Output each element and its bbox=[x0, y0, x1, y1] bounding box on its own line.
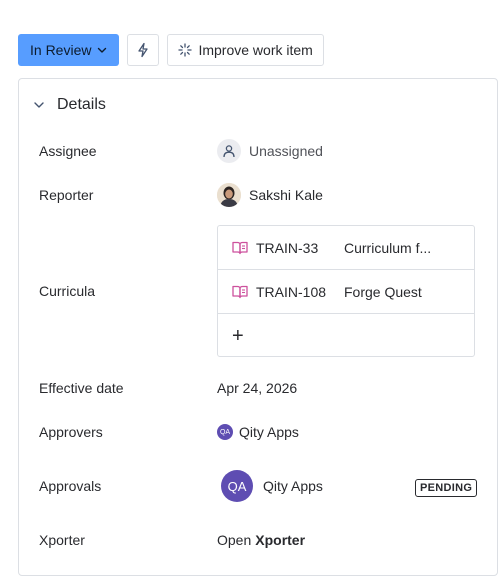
curricula-item-title[interactable]: Curriculum f... bbox=[344, 240, 431, 256]
book-icon bbox=[232, 285, 248, 298]
curricula-item[interactable]: TRAIN-108 Forge Quest bbox=[218, 270, 474, 314]
reporter-value: Sakshi Kale bbox=[249, 187, 323, 203]
assignee-field[interactable]: Unassigned bbox=[217, 139, 323, 163]
effective-date-field[interactable]: Apr 24, 2026 bbox=[217, 380, 297, 396]
details-header[interactable]: Details bbox=[33, 93, 106, 117]
xporter-link[interactable]: Xporter bbox=[255, 532, 305, 548]
status-label: In Review bbox=[30, 42, 92, 58]
approvals-field[interactable]: QA Qity Apps bbox=[221, 470, 323, 502]
automation-button[interactable] bbox=[127, 34, 160, 66]
chevron-down-icon bbox=[98, 47, 107, 53]
approvers-label: Approvers bbox=[39, 424, 103, 440]
xporter-prefix: Open bbox=[217, 532, 252, 548]
details-title: Details bbox=[57, 96, 106, 113]
book-icon bbox=[232, 241, 248, 254]
improve-label: Improve work item bbox=[198, 42, 313, 58]
details-panel: Details Assignee Unassigned Reporter Sak… bbox=[18, 78, 498, 576]
curricula-label: Curricula bbox=[39, 283, 96, 299]
curricula-item-title[interactable]: Forge Quest bbox=[344, 284, 422, 300]
person-icon bbox=[223, 145, 235, 158]
status-badge: PENDING bbox=[415, 479, 478, 497]
lightning-bolt-icon bbox=[138, 42, 149, 58]
sparkle-icon bbox=[178, 43, 193, 57]
reporter-label: Reporter bbox=[39, 187, 94, 203]
approvers-field[interactable]: QA Qity Apps bbox=[217, 424, 299, 440]
approvals-value: Qity Apps bbox=[263, 478, 323, 494]
effective-date-value: Apr 24, 2026 bbox=[217, 380, 298, 396]
assignee-label: Assignee bbox=[39, 143, 97, 159]
status-dropdown-button[interactable]: In Review bbox=[18, 34, 120, 66]
user-photo-icon bbox=[217, 183, 241, 207]
approvers-value: Qity Apps bbox=[239, 424, 299, 440]
plus-icon[interactable]: + bbox=[232, 326, 244, 346]
improve-work-item-button[interactable]: Improve work item bbox=[167, 34, 324, 66]
reporter-field[interactable]: Sakshi Kale bbox=[217, 183, 323, 207]
assignee-value: Unassigned bbox=[249, 143, 323, 159]
chevron-down-icon[interactable] bbox=[33, 99, 45, 111]
curricula-list: TRAIN-33 Curriculum f... TRAIN-108 Forge… bbox=[217, 225, 475, 357]
effective-date-label: Effective date bbox=[39, 380, 124, 396]
xporter-field[interactable]: Open Xporter bbox=[217, 532, 305, 548]
issue-toolbar: In Review Improve work item bbox=[18, 34, 324, 66]
avatar: QA bbox=[221, 470, 253, 502]
curricula-item-key: TRAIN-108 bbox=[256, 283, 327, 300]
curricula-item[interactable]: TRAIN-33 Curriculum f... bbox=[218, 226, 474, 270]
approvals-label: Approvals bbox=[39, 478, 102, 494]
xporter-label: Xporter bbox=[39, 532, 85, 548]
avatar: QA bbox=[217, 424, 233, 440]
avatar bbox=[217, 139, 241, 163]
avatar bbox=[217, 183, 241, 207]
curricula-item-key: TRAIN-33 bbox=[256, 239, 319, 256]
